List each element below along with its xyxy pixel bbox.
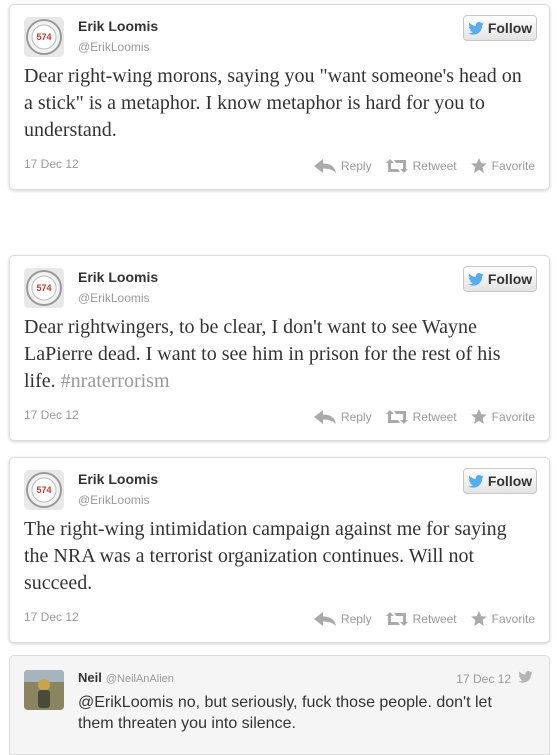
tweet-actions: Reply Retweet Favorite <box>313 409 535 424</box>
retweet-label: Retweet <box>412 158 457 173</box>
author-handle[interactable]: @ErikLoomis <box>78 291 150 305</box>
author-name[interactable]: Erik Loomis <box>78 471 158 487</box>
retweet-button[interactable]: Retweet <box>385 409 457 424</box>
star-icon <box>470 409 487 424</box>
reply-button[interactable]: Reply <box>313 158 372 173</box>
reply-text: @ErikLoomis no, but seriously, fuck thos… <box>78 692 518 734</box>
reply-icon <box>313 409 336 424</box>
author-name[interactable]: Erik Loomis <box>78 18 158 34</box>
follow-button[interactable]: Follow <box>463 15 537 41</box>
author-name[interactable]: Erik Loomis <box>78 269 158 285</box>
retweet-label: Retweet <box>412 409 457 424</box>
tweet-body: The right-wing intimidation campaign aga… <box>24 518 507 594</box>
tweet-actions: Reply Retweet Favorite <box>313 611 535 626</box>
twitter-bird-icon <box>468 474 484 488</box>
tweet-card: 574 Erik Loomis @ErikLoomis Follow Dear … <box>9 255 550 441</box>
tweet-text: The right-wing intimidation campaign aga… <box>24 516 535 597</box>
reply-tweet: Neil @NeilAnAlien 17 Dec 12 @ErikLoomis n… <box>9 655 550 755</box>
tweet-card: 574 Erik Loomis @ErikLoomis Follow Dear … <box>9 4 550 190</box>
tweet-body: Dear right-wing morons, saying you "want… <box>24 65 522 141</box>
reply-date[interactable]: 17 Dec 12 <box>456 672 511 686</box>
retweet-icon <box>385 611 408 626</box>
follow-button[interactable]: Follow <box>463 266 537 292</box>
avatar-label: 574 <box>36 485 51 495</box>
tweet-card: 574 Erik Loomis @ErikLoomis Follow The r… <box>9 457 550 643</box>
twitter-bird-icon <box>468 21 484 35</box>
reply-label: Reply <box>340 611 372 626</box>
avatar[interactable]: 574 <box>24 268 64 308</box>
reply-button[interactable]: Reply <box>313 611 372 626</box>
reply-label: Reply <box>340 409 372 424</box>
avatar[interactable]: 574 <box>24 470 64 510</box>
twitter-bird-icon <box>518 670 533 688</box>
reply-author-name: Neil <box>78 670 102 685</box>
author-handle[interactable]: @ErikLoomis <box>78 493 150 507</box>
avatar-label: 574 <box>36 283 51 293</box>
tweet-text: Dear rightwingers, to be clear, I don't … <box>24 314 535 395</box>
reply-label: Reply <box>340 158 372 173</box>
favorite-button[interactable]: Favorite <box>470 611 535 626</box>
retweet-button[interactable]: Retweet <box>385 158 457 173</box>
hashtag-link[interactable]: #nraterrorism <box>61 370 170 392</box>
follow-button[interactable]: Follow <box>463 468 537 494</box>
author-handle[interactable]: @ErikLoomis <box>78 40 150 54</box>
tweet-date[interactable]: 17 Dec 12 <box>24 408 79 422</box>
avatar[interactable] <box>24 670 64 710</box>
favorite-label: Favorite <box>491 158 535 173</box>
reply-icon <box>313 611 336 626</box>
follow-label: Follow <box>487 473 533 489</box>
mention-link[interactable]: @ErikLoomis <box>78 694 173 711</box>
favorite-button[interactable]: Favorite <box>470 158 535 173</box>
tweet-date[interactable]: 17 Dec 12 <box>24 610 79 624</box>
avatar-label: 574 <box>36 32 51 42</box>
reply-author[interactable]: Neil @NeilAnAlien <box>78 670 174 685</box>
tweet-date[interactable]: 17 Dec 12 <box>24 157 79 171</box>
favorite-label: Favorite <box>491 409 535 424</box>
reply-icon <box>313 158 336 173</box>
tweet-actions: Reply Retweet Favorite <box>313 158 535 173</box>
favorite-button[interactable]: Favorite <box>470 409 535 424</box>
follow-label: Follow <box>487 271 533 287</box>
star-icon <box>470 611 487 626</box>
twitter-bird-icon <box>468 272 484 286</box>
retweet-icon <box>385 158 408 173</box>
star-icon <box>470 158 487 173</box>
reply-button[interactable]: Reply <box>313 409 372 424</box>
tweet-text: Dear right-wing morons, saying you "want… <box>24 63 535 144</box>
retweet-button[interactable]: Retweet <box>385 611 457 626</box>
avatar[interactable]: 574 <box>24 17 64 57</box>
retweet-icon <box>385 409 408 424</box>
retweet-label: Retweet <box>412 611 457 626</box>
reply-author-handle: @NeilAnAlien <box>105 673 174 685</box>
favorite-label: Favorite <box>491 611 535 626</box>
follow-label: Follow <box>487 20 533 36</box>
